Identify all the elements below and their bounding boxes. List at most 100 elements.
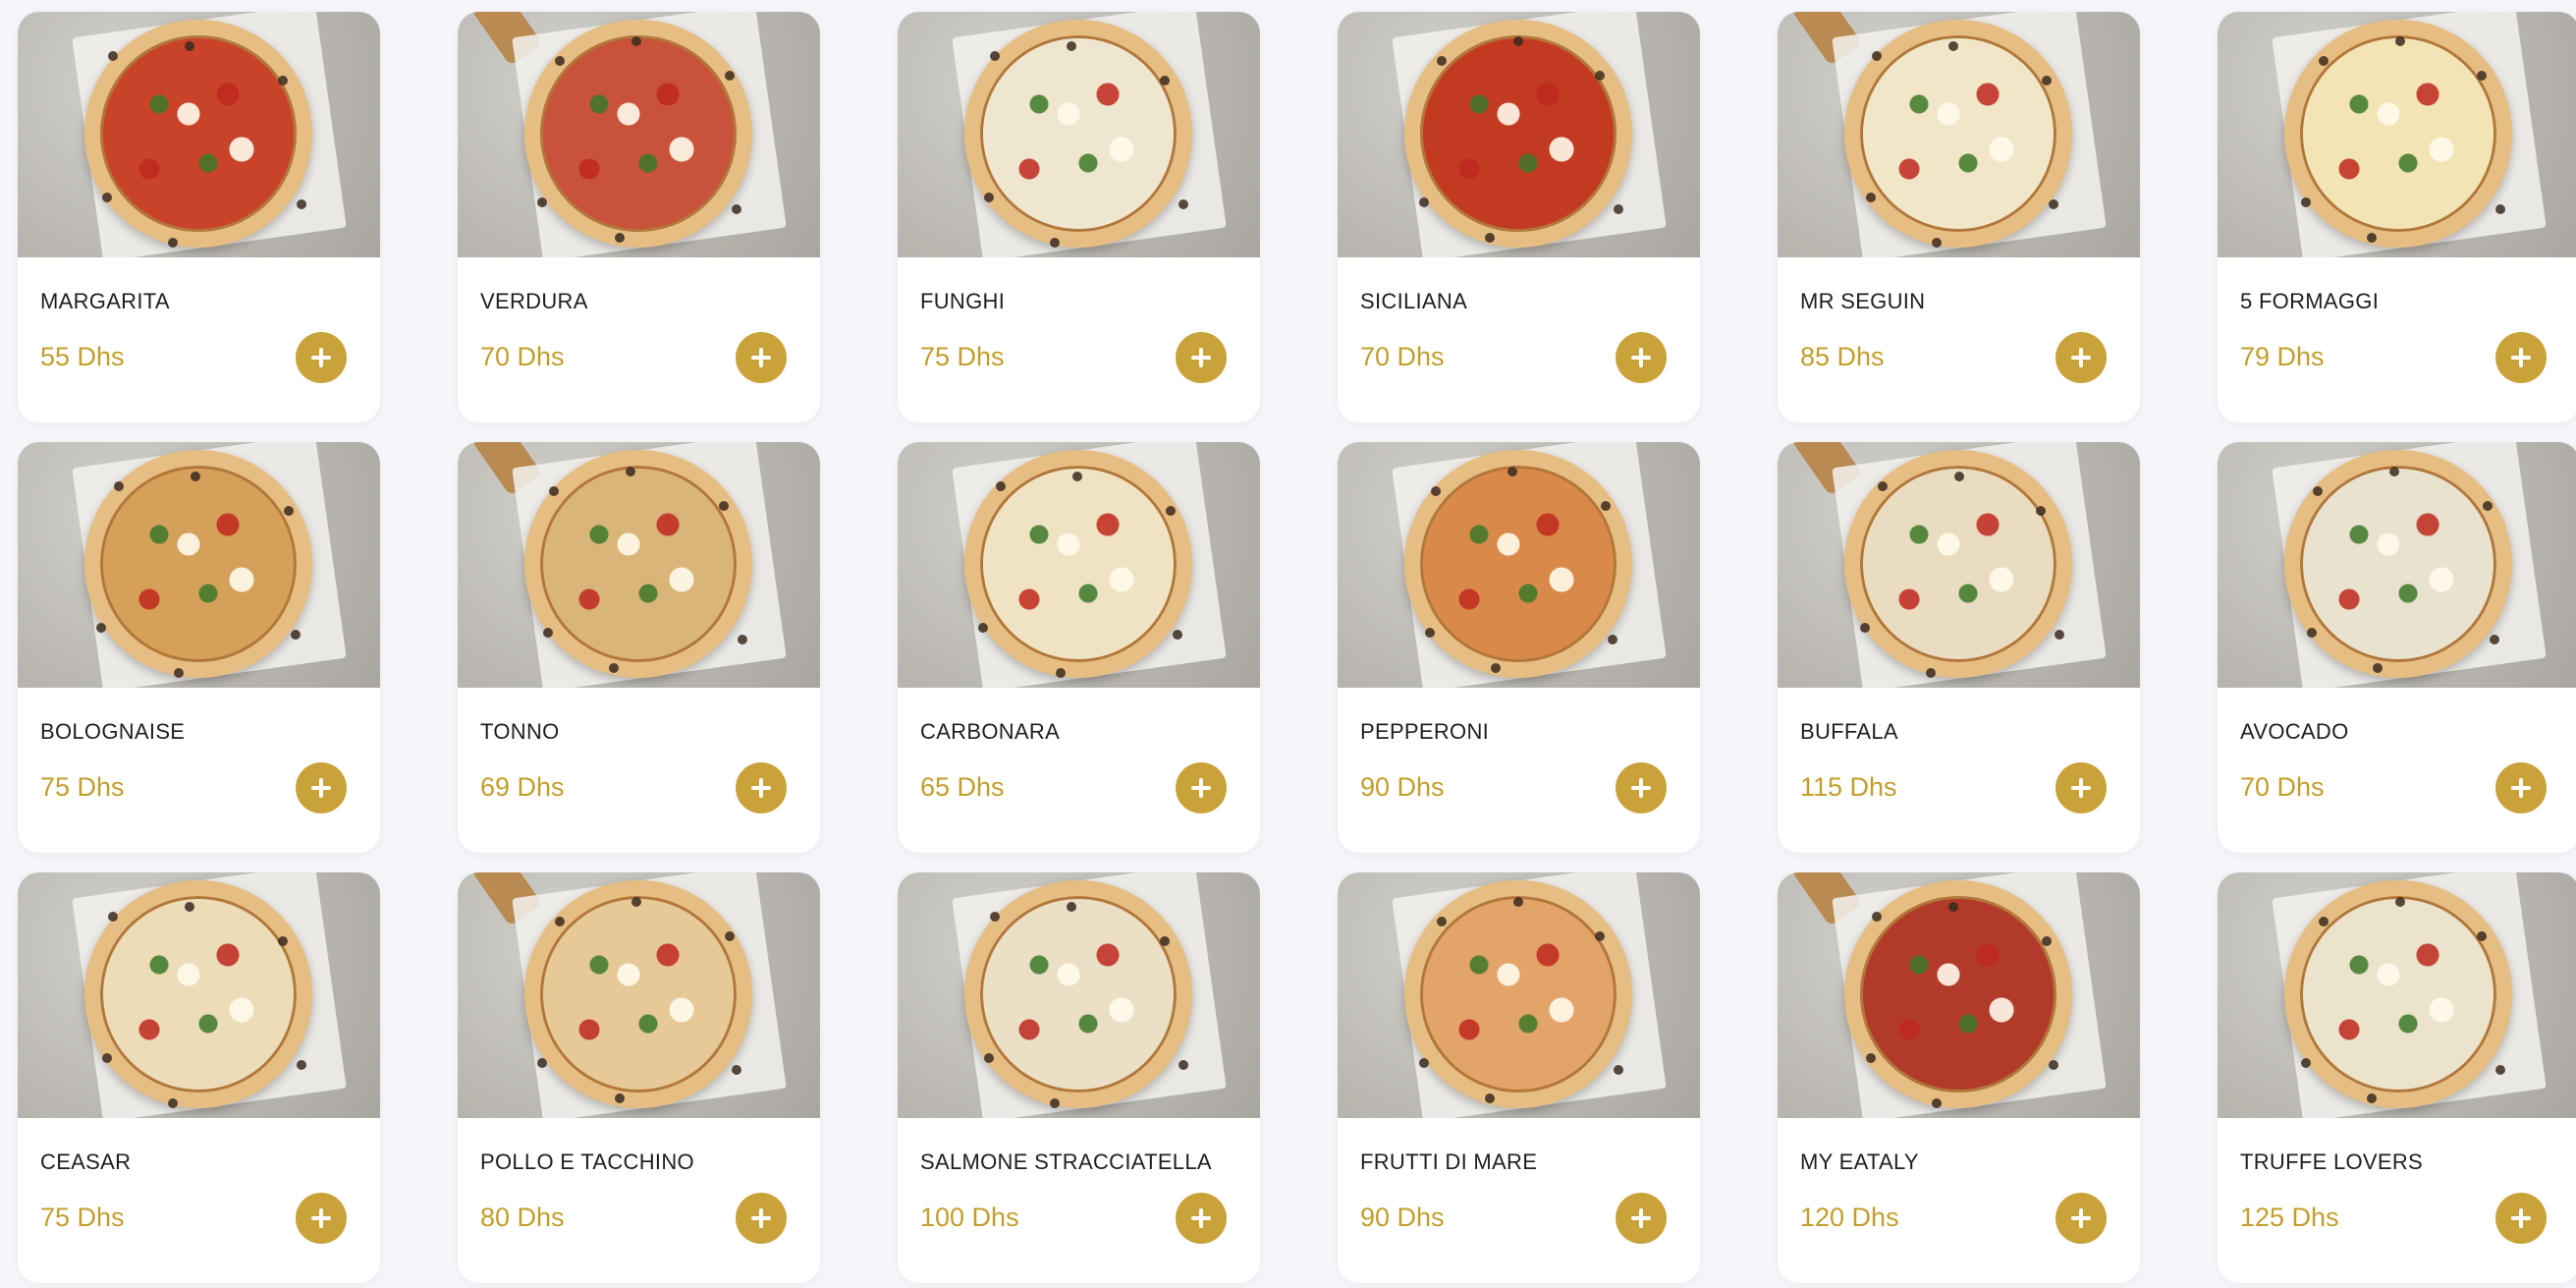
crust-char bbox=[2395, 36, 2405, 46]
product-card-5[interactable]: MR SEGUIN 85 Dhs bbox=[1778, 12, 2140, 422]
add-to-cart-button[interactable] bbox=[296, 1193, 347, 1244]
crust-char bbox=[1419, 1058, 1429, 1068]
product-card-10[interactable]: PEPPERONI 90 Dhs bbox=[1338, 442, 1700, 853]
crust-char bbox=[102, 193, 112, 202]
crust-char bbox=[1866, 193, 1876, 202]
add-to-cart-button[interactable] bbox=[2055, 762, 2107, 813]
product-card-4[interactable]: SICILIANA 70 Dhs bbox=[1338, 12, 1700, 422]
crust-char bbox=[725, 71, 735, 81]
pizza-image[interactable] bbox=[2218, 12, 2576, 257]
crust-char bbox=[168, 1098, 178, 1108]
pizza-image[interactable] bbox=[18, 442, 380, 688]
crust-char bbox=[1513, 36, 1523, 46]
add-to-cart-button[interactable] bbox=[296, 332, 347, 383]
product-card-9[interactable]: CARBONARA 65 Dhs bbox=[898, 442, 1260, 853]
pizza-illustration bbox=[1404, 880, 1632, 1108]
pizza-image[interactable] bbox=[898, 872, 1260, 1118]
pizza-image[interactable] bbox=[1338, 12, 1700, 257]
crust-char bbox=[2301, 197, 2311, 207]
product-card-18[interactable]: TRUFFE LOVERS 125 Dhs bbox=[2218, 872, 2576, 1283]
product-card-1[interactable]: MARGARITA 55 Dhs bbox=[18, 12, 380, 422]
plus-icon bbox=[1191, 778, 1211, 798]
pizza-image[interactable] bbox=[1338, 872, 1700, 1118]
add-to-cart-button[interactable] bbox=[2055, 332, 2107, 383]
product-name: PEPPERONI bbox=[1360, 719, 1490, 744]
pizza-image[interactable] bbox=[458, 872, 820, 1118]
product-name: AVOCADO bbox=[2240, 719, 2349, 744]
crust-char bbox=[2373, 663, 2383, 673]
plus-icon bbox=[1631, 348, 1651, 367]
product-price: 75 Dhs bbox=[40, 1203, 125, 1232]
add-to-cart-button[interactable] bbox=[1616, 1193, 1667, 1244]
pizza-image[interactable] bbox=[1778, 12, 2140, 257]
add-to-cart-button[interactable] bbox=[2055, 1193, 2107, 1244]
pizza-image[interactable] bbox=[458, 12, 820, 257]
add-to-cart-button[interactable] bbox=[736, 762, 787, 813]
pizza-image[interactable] bbox=[1778, 872, 2140, 1118]
pizza-image[interactable] bbox=[2218, 442, 2576, 688]
add-to-cart-button[interactable] bbox=[1176, 762, 1227, 813]
plus-icon bbox=[1631, 1208, 1651, 1228]
pizza-image[interactable] bbox=[1338, 442, 1700, 688]
pizza-illustration bbox=[1404, 20, 1632, 248]
product-card-8[interactable]: TONNO 69 Dhs bbox=[458, 442, 820, 853]
pizza-image[interactable] bbox=[898, 442, 1260, 688]
crust-char bbox=[1173, 630, 1182, 640]
crust-char bbox=[1056, 668, 1066, 678]
pizza-illustration bbox=[524, 880, 752, 1108]
pizza-image[interactable] bbox=[898, 12, 1260, 257]
product-card-12[interactable]: AVOCADO 70 Dhs bbox=[2218, 442, 2576, 853]
product-name: TONNO bbox=[480, 719, 560, 744]
product-card-7[interactable]: BOLOGNAISE 75 Dhs bbox=[18, 442, 380, 853]
product-card-2[interactable]: VERDURA 70 Dhs bbox=[458, 12, 820, 422]
add-to-cart-button[interactable] bbox=[1616, 762, 1667, 813]
product-card-13[interactable]: CEASAR 75 Dhs bbox=[18, 872, 380, 1283]
pizza-illustration bbox=[2284, 880, 2512, 1108]
add-to-cart-button[interactable] bbox=[736, 332, 787, 383]
crust-char bbox=[1178, 1060, 1188, 1070]
pizza-image[interactable] bbox=[2218, 872, 2576, 1118]
crust-char bbox=[2389, 467, 2399, 476]
add-to-cart-button[interactable] bbox=[1616, 332, 1667, 383]
product-card-16[interactable]: FRUTTI DI MARE 90 Dhs bbox=[1338, 872, 1700, 1283]
pizza-illustration bbox=[2284, 20, 2512, 248]
pizza-image[interactable] bbox=[18, 872, 380, 1118]
plus-icon bbox=[311, 778, 331, 798]
crust-char bbox=[1178, 199, 1188, 209]
crust-char bbox=[615, 1093, 625, 1103]
product-price: 115 Dhs bbox=[1800, 772, 1897, 802]
product-card-3[interactable]: FUNGHI 75 Dhs bbox=[898, 12, 1260, 422]
pizza-image[interactable] bbox=[458, 442, 820, 688]
crust-char bbox=[291, 630, 301, 640]
pizza-image[interactable] bbox=[18, 12, 380, 257]
product-card-14[interactable]: POLLO E TACCHINO 80 Dhs bbox=[458, 872, 820, 1283]
add-to-cart-button[interactable] bbox=[1176, 1193, 1227, 1244]
product-card-6[interactable]: 5 FORMAGGI 79 Dhs bbox=[2218, 12, 2576, 422]
product-name: POLLO E TACCHINO bbox=[480, 1149, 694, 1174]
plus-icon bbox=[311, 1208, 331, 1228]
crust-char bbox=[191, 472, 200, 481]
add-to-cart-button[interactable] bbox=[736, 1193, 787, 1244]
crust-char bbox=[1425, 628, 1435, 638]
product-card-11[interactable]: BUFFALA 115 Dhs bbox=[1778, 442, 2140, 853]
add-to-cart-button[interactable] bbox=[2495, 332, 2547, 383]
crust-char bbox=[1513, 897, 1523, 907]
crust-char bbox=[1614, 1065, 1623, 1075]
crust-char bbox=[185, 902, 194, 912]
crust-char bbox=[1926, 668, 1936, 678]
crust-char bbox=[168, 238, 178, 248]
product-card-15[interactable]: SALMONE STRACCIATELLA 100 Dhs bbox=[898, 872, 1260, 1283]
crust-char bbox=[626, 467, 635, 476]
crust-char bbox=[738, 635, 747, 644]
pizza-image[interactable] bbox=[1778, 442, 2140, 688]
product-card-17[interactable]: MY EATALY 120 Dhs bbox=[1778, 872, 2140, 1283]
crust-char bbox=[2483, 501, 2493, 511]
add-to-cart-button[interactable] bbox=[1176, 332, 1227, 383]
plus-icon bbox=[2511, 348, 2531, 367]
product-price: 90 Dhs bbox=[1360, 772, 1445, 802]
add-to-cart-button[interactable] bbox=[296, 762, 347, 813]
add-to-cart-button[interactable] bbox=[2495, 762, 2547, 813]
add-to-cart-button[interactable] bbox=[2495, 1193, 2547, 1244]
crust-char bbox=[990, 51, 1000, 61]
plus-icon bbox=[1191, 1208, 1211, 1228]
